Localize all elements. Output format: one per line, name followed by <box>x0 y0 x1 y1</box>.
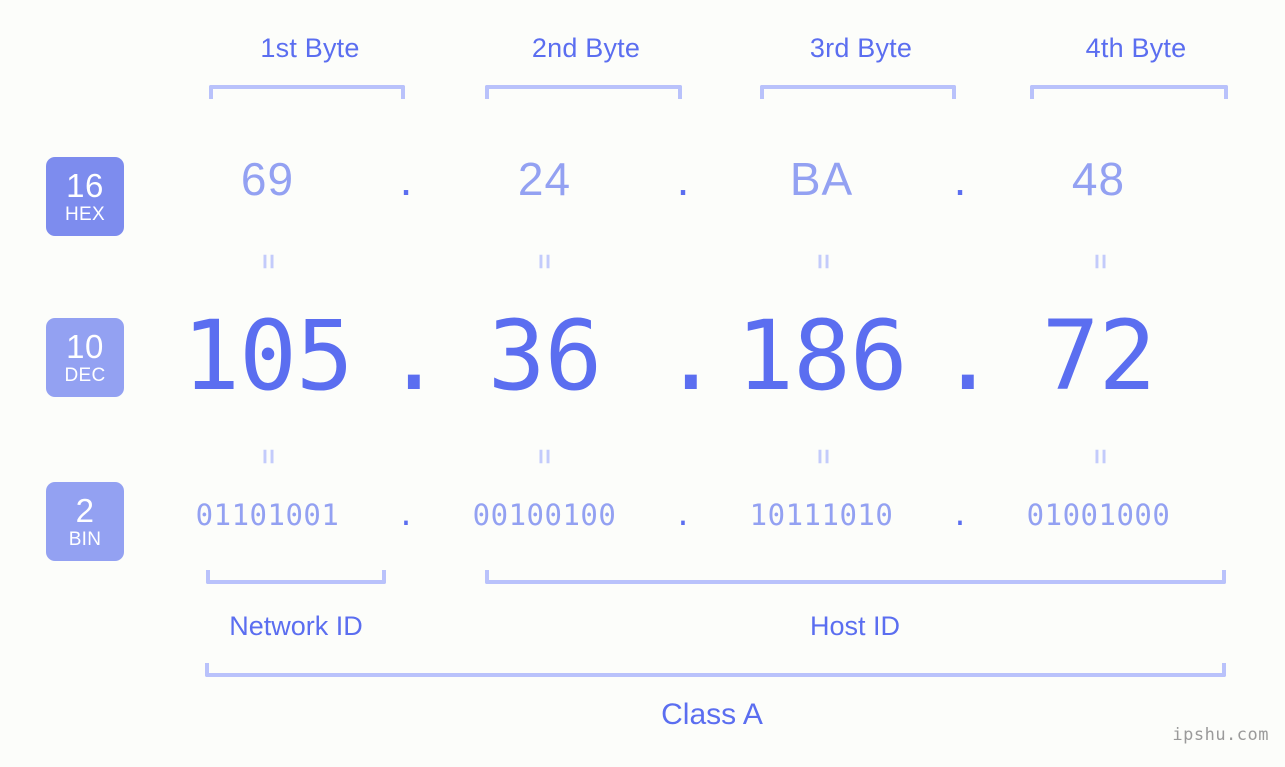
byte-bracket-2 <box>485 85 682 99</box>
dec-octet-2: 36 <box>487 300 603 412</box>
class-bracket <box>205 663 1226 677</box>
bin-separator-1: . <box>397 498 415 532</box>
equals-mark-hex-dec-1: = <box>253 253 284 270</box>
bin-octet-3: 10111010 <box>749 498 894 532</box>
bin-value-row: 01101001 . 00100100 . 10111010 . 0100100… <box>150 498 1260 532</box>
hex-octet-1: 69 <box>240 153 295 205</box>
equals-mark-hex-dec-3: = <box>808 253 839 270</box>
class-label: Class A <box>661 698 763 731</box>
base-badge-hex-number: 16 <box>66 167 104 204</box>
byte-bracket-3 <box>760 85 956 99</box>
bin-octet-2: 00100100 <box>472 498 617 532</box>
hex-octet-3: BA <box>789 153 854 205</box>
base-badge-dec-number: 10 <box>66 328 104 365</box>
byte-bracket-1 <box>209 85 405 99</box>
host-id-bracket <box>485 570 1226 584</box>
host-id-label: Host ID <box>809 611 901 641</box>
hex-octet-2: 24 <box>517 153 572 205</box>
bin-separator-2: . <box>674 498 692 532</box>
dec-octet-4: 72 <box>1041 300 1157 412</box>
bin-octet-4: 01001000 <box>1026 498 1171 532</box>
base-badge-bin: 2 BIN <box>46 482 124 561</box>
dec-octet-3: 186 <box>736 300 907 412</box>
equals-mark-hex-dec-2: = <box>529 253 560 270</box>
base-badge-bin-name: BIN <box>68 529 102 550</box>
base-badge-hex: 16 HEX <box>46 157 124 236</box>
equals-mark-hex-dec-4: = <box>1085 253 1116 270</box>
equals-mark-dec-bin-4: = <box>1085 448 1116 465</box>
bin-separator-3: . <box>951 498 969 532</box>
hex-octet-4: 48 <box>1071 153 1126 205</box>
ip-address-breakdown-diagram: 1st Byte 2nd Byte 3rd Byte 4th Byte 16 H… <box>0 0 1285 767</box>
byte-label-1: 1st Byte <box>260 33 360 63</box>
byte-label-3: 3rd Byte <box>809 33 913 63</box>
equals-mark-dec-bin-2: = <box>529 448 560 465</box>
equals-mark-dec-bin-3: = <box>808 448 839 465</box>
dec-separator-2: . <box>662 300 720 412</box>
base-badge-dec: 10 DEC <box>46 318 124 397</box>
base-badge-bin-number: 2 <box>75 492 95 529</box>
hex-separator-2: . <box>676 153 690 205</box>
bin-octet-1: 01101001 <box>195 498 340 532</box>
base-badge-hex-name: HEX <box>65 204 105 225</box>
hex-value-row: 69 . 24 . BA . 48 <box>150 152 1260 206</box>
dec-separator-1: . <box>385 300 443 412</box>
dec-separator-3: . <box>939 300 997 412</box>
byte-label-4: 4th Byte <box>1085 33 1187 63</box>
dec-octet-1: 105 <box>182 300 353 412</box>
network-id-bracket <box>206 570 386 584</box>
site-watermark: ipshu.com <box>1172 725 1269 745</box>
hex-separator-3: . <box>953 153 967 205</box>
byte-bracket-4 <box>1030 85 1228 99</box>
base-badge-dec-name: DEC <box>64 365 106 386</box>
byte-label-2: 2nd Byte <box>531 33 641 63</box>
hex-separator-1: . <box>399 153 413 205</box>
dec-value-row: 105 . 36 . 186 . 72 <box>150 300 1260 412</box>
network-id-label: Network ID <box>229 611 363 641</box>
equals-mark-dec-bin-1: = <box>253 448 284 465</box>
